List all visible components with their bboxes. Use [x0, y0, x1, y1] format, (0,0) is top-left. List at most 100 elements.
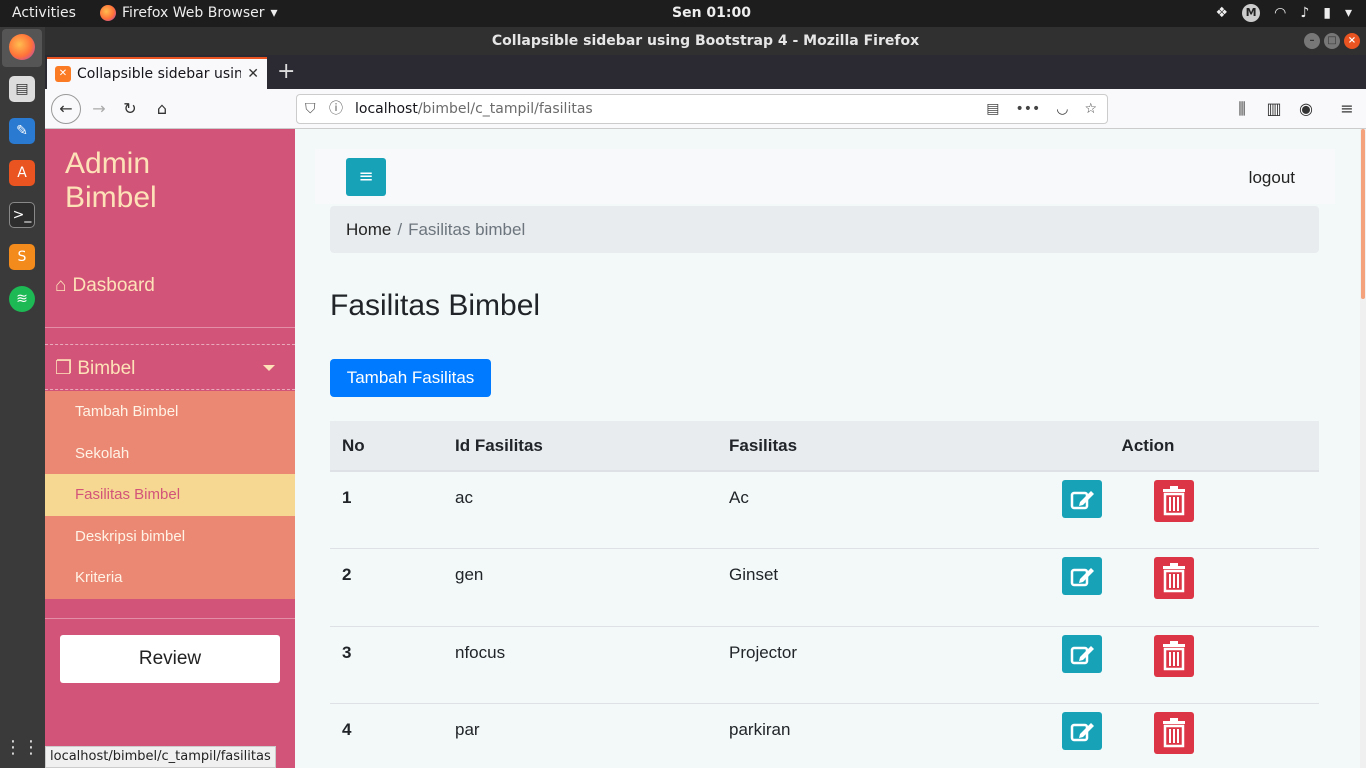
browser-tab[interactable]: ✕ Collapsible sidebar using Bootstrap 4 … — [47, 57, 267, 89]
brand-line-1: Admin — [65, 147, 151, 180]
close-icon[interactable]: × — [1344, 33, 1360, 49]
edit-button[interactable] — [1062, 634, 1102, 673]
logout-link[interactable]: logout — [1249, 168, 1295, 188]
url-actions: ▤ ••• ◡ ☆ — [986, 95, 1097, 123]
submenu-item-fasilitas-bimbel[interactable]: Fasilitas Bimbel — [45, 474, 295, 516]
cell-id: ac — [443, 470, 717, 549]
pocket-icon[interactable]: ◡ — [1056, 95, 1068, 123]
breadcrumb-separator: / — [397, 220, 403, 239]
edit-button[interactable] — [1062, 557, 1102, 595]
review-button[interactable]: Review — [60, 635, 280, 683]
cell-fasilitas: Ac — [717, 470, 977, 549]
divider — [45, 327, 295, 328]
sidebar-item-label: ❐ Bimbel — [55, 357, 135, 380]
forward-icon[interactable]: → — [87, 97, 111, 121]
chevron-down-icon[interactable]: ▾ — [1345, 5, 1352, 21]
page-title: Fasilitas Bimbel — [330, 289, 541, 322]
firefox-icon — [100, 5, 116, 21]
brand-line-2: Bimbel — [65, 181, 157, 214]
table-header-row: No Id Fasilitas Fasilitas Action — [330, 421, 1319, 472]
sublime-icon[interactable]: S — [9, 244, 35, 270]
sidebar-icon[interactable]: ▥ — [1262, 97, 1286, 121]
reader-view-icon[interactable]: ▤ — [986, 95, 999, 123]
copy-icon: ❐ — [55, 358, 73, 379]
sidebar-item-bimbel[interactable]: ❐ Bimbel — [45, 344, 295, 390]
sidebar-toggle-button[interactable]: ≡ — [346, 158, 386, 196]
column-header-fasilitas: Fasilitas — [717, 421, 977, 472]
clock[interactable]: Sen 01:00 — [672, 5, 751, 21]
back-icon[interactable]: ← — [51, 94, 81, 124]
sidebar: Admin Bimbel ⌂ Dasboard ❐ Bimbel Tambah … — [45, 129, 295, 768]
cell-actions — [977, 703, 1319, 768]
cell-no: 3 — [330, 625, 443, 704]
cell-fasilitas: Ginset — [717, 548, 977, 626]
submenu-item-sekolah[interactable]: Sekolah — [45, 432, 295, 475]
info-icon[interactable]: ⓘ — [329, 95, 343, 123]
breadcrumb-current: Fasilitas bimbel — [408, 220, 526, 239]
writer-icon[interactable]: ✎ — [9, 118, 35, 144]
delete-button[interactable] — [1154, 480, 1194, 522]
more-icon[interactable]: ••• — [1015, 95, 1040, 123]
facilities-table: No Id Fasilitas Fasilitas Action 1 ac Ac — [330, 421, 1319, 768]
app-menu[interactable]: Firefox Web Browser ▾ — [100, 5, 278, 21]
edit-button[interactable] — [1062, 480, 1102, 518]
hamburger-icon: ≡ — [358, 166, 374, 187]
scrollbar-thumb[interactable] — [1361, 129, 1365, 299]
activities-button[interactable]: Activities — [12, 5, 76, 21]
home-icon[interactable]: ⌂ — [150, 97, 174, 121]
table-row: 4 par parkiran — [330, 703, 1319, 768]
new-tab-icon[interactable]: + — [277, 59, 295, 84]
delete-button[interactable] — [1154, 634, 1194, 677]
tab-close-icon[interactable]: ✕ — [247, 66, 259, 82]
edit-icon — [1070, 723, 1094, 742]
terminal-icon[interactable]: >_ — [9, 202, 35, 228]
dropbox-icon[interactable]: ❖ — [1216, 5, 1229, 21]
library-icon[interactable]: ⫼ — [1230, 97, 1254, 121]
account-icon[interactable]: ◉ — [1294, 97, 1318, 121]
page-scrollbar[interactable] — [1360, 129, 1366, 768]
cell-fasilitas: Projector — [717, 625, 977, 704]
volume-icon[interactable]: ♪ — [1300, 5, 1309, 21]
reload-icon[interactable]: ↻ — [118, 97, 142, 121]
system-top-bar: Activities Firefox Web Browser ▾ Sen 01:… — [0, 0, 1366, 27]
bookmark-star-icon[interactable]: ☆ — [1084, 95, 1097, 123]
window-titlebar: Collapsible sidebar using Bootstrap 4 - … — [45, 27, 1366, 55]
column-header-no: No — [330, 421, 443, 472]
shield-icon[interactable]: ⛉ — [305, 95, 316, 123]
app-grid-icon[interactable]: ⋮⋮ — [4, 734, 40, 760]
sidebar-item-dashboard[interactable]: ⌂ Dasboard — [55, 275, 155, 297]
top-navbar: ≡ logout — [315, 149, 1335, 204]
firefox-icon[interactable] — [9, 34, 35, 60]
battery-icon[interactable]: ▮ — [1323, 5, 1331, 21]
breadcrumb-home[interactable]: Home — [346, 220, 391, 239]
cell-actions — [977, 625, 1319, 704]
spotify-icon[interactable]: ≋ — [9, 286, 35, 312]
tab-strip: ✕ Collapsible sidebar using Bootstrap 4 … — [45, 55, 1366, 89]
system-tray[interactable]: ❖ M ◠ ♪ ▮ ▾ — [1216, 4, 1352, 22]
minimize-icon[interactable]: – — [1304, 33, 1320, 49]
submenu-item-deskripsi-bimbel[interactable]: Deskripsi bimbel — [45, 515, 295, 558]
column-header-id: Id Fasilitas — [443, 421, 717, 472]
wifi-icon[interactable]: ◠ — [1274, 5, 1286, 21]
delete-button[interactable] — [1154, 557, 1194, 599]
trash-icon — [1163, 486, 1185, 516]
submenu-item-kriteria[interactable]: Kriteria — [45, 557, 295, 599]
software-center-icon[interactable]: A — [9, 160, 35, 186]
maximize-icon[interactable]: □ — [1324, 33, 1340, 49]
table-row: 3 nfocus Projector — [330, 625, 1319, 704]
caret-down-icon — [263, 365, 275, 371]
submenu-item-tambah-bimbel[interactable]: Tambah Bimbel — [45, 391, 295, 433]
table-row: 2 gen Ginset — [330, 548, 1319, 626]
edit-button[interactable] — [1062, 712, 1102, 750]
add-facility-button[interactable]: Tambah Fasilitas — [330, 359, 491, 397]
app-menu-label: Firefox Web Browser — [122, 5, 265, 21]
delete-button[interactable] — [1154, 712, 1194, 754]
column-header-action: Action — [977, 421, 1319, 472]
cell-id: par — [443, 703, 717, 768]
menu-icon[interactable]: ≡ — [1335, 97, 1359, 121]
mail-icon[interactable]: M — [1242, 4, 1261, 22]
url-bar[interactable]: ⛉ ⓘ localhost/bimbel/c_tampil/fasilitas … — [296, 94, 1108, 124]
cell-no: 2 — [330, 548, 443, 626]
edit-icon — [1070, 568, 1094, 587]
files-icon[interactable]: ▤ — [9, 76, 35, 102]
